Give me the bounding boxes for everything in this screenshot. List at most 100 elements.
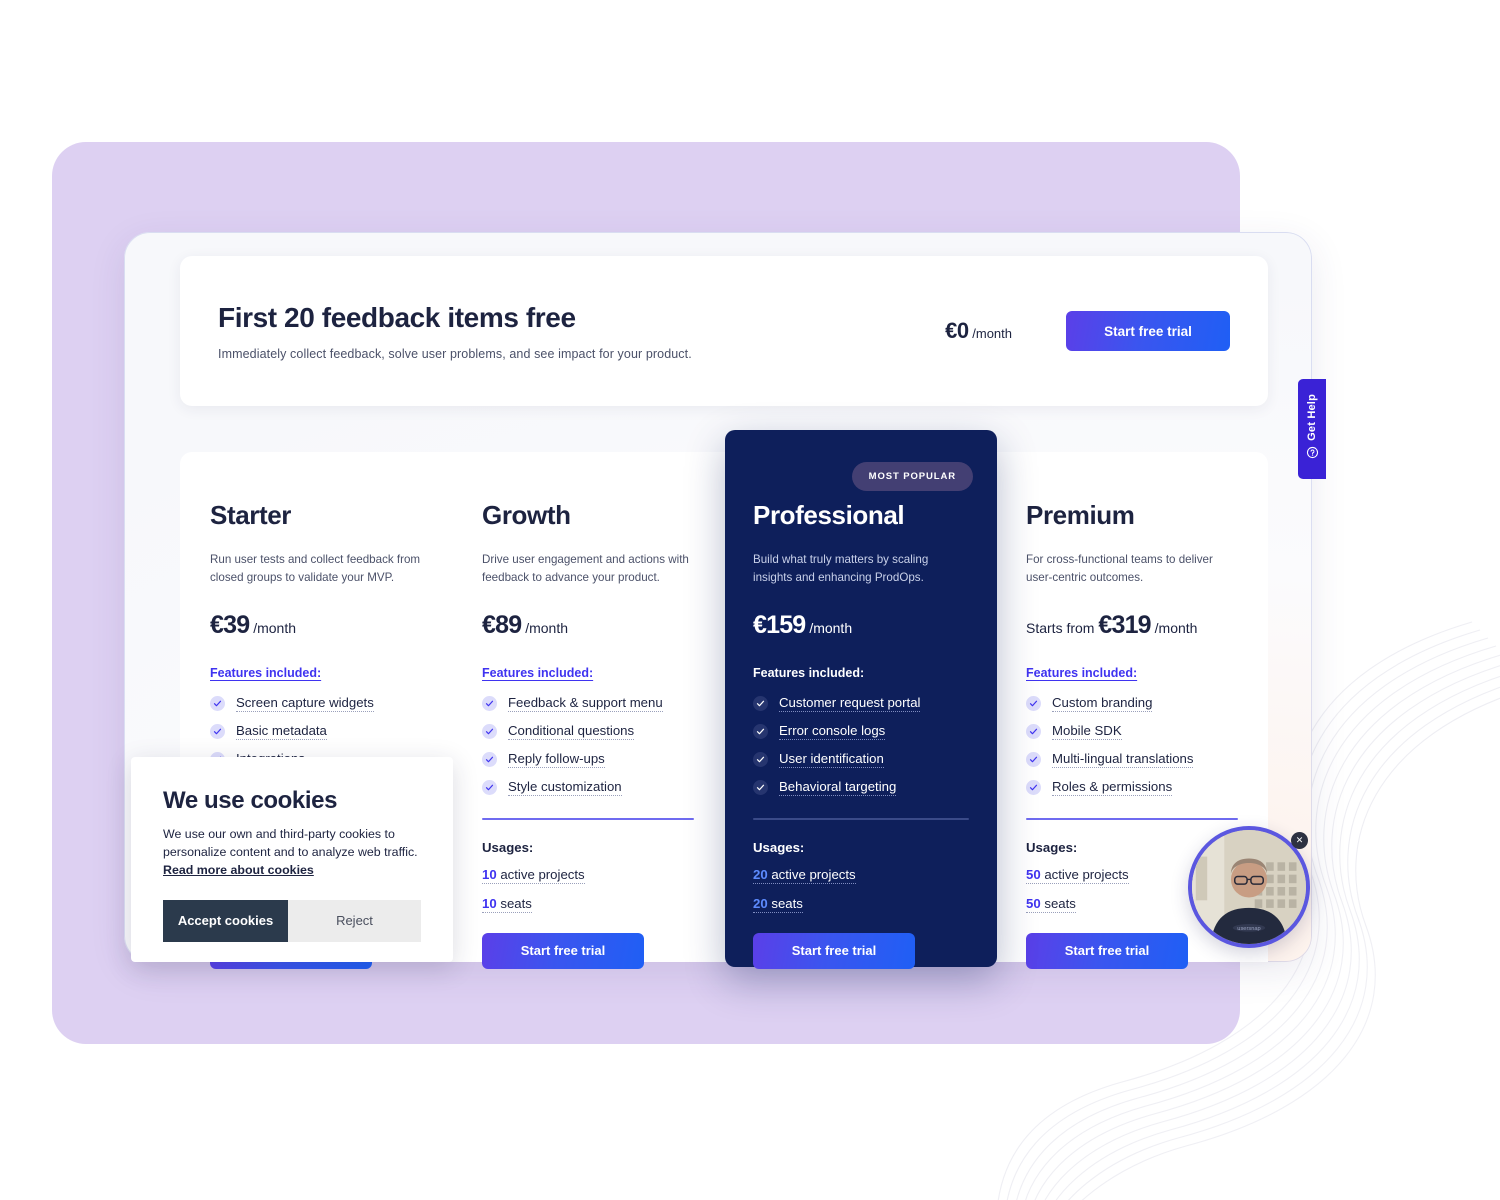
plan-price-period: /month	[253, 619, 297, 636]
features-heading: Features included:	[482, 665, 594, 680]
cookie-body: We use our own and third-party cookies t…	[163, 826, 421, 880]
check-icon	[482, 724, 497, 740]
page-root: First 20 feedback items free Immediately…	[0, 0, 1500, 1200]
plan-name: Growth	[482, 500, 571, 530]
feature-item: Reply follow-ups	[482, 746, 694, 774]
section-divider	[482, 817, 694, 820]
plan-card-growth: Growth Drive user engagement and actions…	[452, 452, 724, 969]
feature-item: Error console logs	[753, 718, 969, 746]
start-free-trial-button[interactable]: Start free trial	[753, 932, 915, 969]
plan-description: Run user tests and collect feedback from…	[210, 553, 421, 584]
features-heading: Features included:	[753, 665, 865, 680]
feature-label: Conditional questions	[508, 723, 635, 741]
plan-description: Drive user engagement and actions with f…	[482, 553, 689, 584]
usage-projects-count: 10	[482, 866, 497, 882]
check-icon	[1026, 752, 1041, 768]
promo-price: €0 /month	[945, 318, 1012, 344]
feature-item: Basic metadata	[210, 718, 422, 746]
usage-seats-label: seats	[1044, 895, 1076, 911]
promo-price-amount: €0	[945, 318, 969, 343]
help-chat-icon	[1306, 446, 1319, 464]
check-icon	[210, 724, 225, 740]
plan-price: Starts from €319 /month	[1026, 611, 1238, 640]
promo-subtitle: Immediately collect feedback, solve user…	[218, 346, 692, 361]
close-video-widget-icon[interactable]: ✕	[1291, 832, 1308, 849]
feature-item: Screen capture widgets	[210, 690, 422, 718]
features-list: Feedback & support menu Conditional ques…	[482, 690, 694, 802]
plan-name: Professional	[753, 500, 905, 530]
check-icon	[1026, 724, 1041, 740]
plan-price: €89 /month	[482, 611, 694, 640]
svg-text:usersnap: usersnap	[1237, 926, 1260, 932]
features-heading: Features included:	[1026, 665, 1138, 680]
feature-label: Custom branding	[1052, 695, 1153, 713]
feature-item: Style customization	[482, 774, 694, 802]
feature-label: Roles & permissions	[1052, 779, 1173, 797]
feature-label: Screen capture widgets	[236, 695, 374, 713]
feature-item: Customer request portal	[753, 690, 969, 718]
usage-seats-row: 20 seats	[753, 884, 969, 913]
feature-label: Basic metadata	[236, 723, 327, 741]
usages-heading: Usages:	[753, 839, 805, 855]
check-icon	[753, 780, 768, 796]
usage-seats-label: seats	[500, 895, 532, 911]
plan-price-amount: €39	[210, 610, 250, 639]
usage-projects-count: 20	[753, 866, 768, 882]
start-free-trial-button[interactable]: Start free trial	[1026, 932, 1188, 969]
usages-heading: Usages:	[482, 839, 534, 855]
get-help-tab[interactable]: Get Help	[1298, 379, 1326, 479]
feature-item: Conditional questions	[482, 718, 694, 746]
usage-projects-row: 10 active projects	[482, 855, 694, 884]
check-icon	[482, 696, 497, 712]
feature-item: Custom branding	[1026, 690, 1238, 718]
feature-item: Mobile SDK	[1026, 718, 1238, 746]
feature-label: Reply follow-ups	[508, 751, 605, 769]
feature-label: Mobile SDK	[1052, 723, 1122, 741]
feature-label: User identification	[779, 751, 884, 769]
usage-projects-label: active projects	[771, 866, 856, 882]
cookie-body-text: We use our own and third-party cookies t…	[163, 827, 418, 859]
plan-price-period: /month	[809, 619, 853, 636]
features-list: Custom branding Mobile SDK Multi-lingual…	[1026, 690, 1238, 802]
cookie-readmore-link[interactable]: Read more about cookies	[163, 863, 314, 877]
accept-cookies-button[interactable]: Accept cookies	[163, 899, 288, 942]
get-help-label: Get Help	[1306, 393, 1318, 441]
cookie-actions: Accept cookies Reject	[163, 899, 421, 942]
plan-price-period: /month	[525, 619, 569, 636]
feature-label: Customer request portal	[779, 695, 921, 713]
cookie-title: We use cookies	[163, 787, 338, 814]
reject-cookies-button[interactable]: Reject	[288, 899, 421, 942]
check-icon	[482, 752, 497, 768]
usage-projects-label: active projects	[1044, 866, 1129, 882]
feature-item: User identification	[753, 746, 969, 774]
feature-label: Feedback & support menu	[508, 695, 663, 713]
check-icon	[753, 752, 768, 768]
usage-seats-count: 20	[753, 895, 768, 911]
plan-price-period: /month	[1154, 619, 1198, 636]
most-popular-badge: MOST POPULAR	[851, 462, 973, 491]
plan-price: €39 /month	[210, 611, 422, 640]
promo-text-block: First 20 feedback items free Immediately…	[218, 302, 945, 361]
plan-price-prefix: Starts from	[1026, 619, 1099, 636]
feature-label: Error console logs	[779, 723, 886, 741]
feature-item: Multi-lingual translations	[1026, 746, 1238, 774]
check-icon	[1026, 696, 1041, 712]
start-free-trial-button[interactable]: Start free trial	[482, 932, 644, 969]
features-heading: Features included:	[210, 665, 322, 680]
feature-item: Roles & permissions	[1026, 774, 1238, 802]
video-bubble-avatar: usersnap	[1192, 830, 1306, 944]
feature-label: Behavioral targeting	[779, 779, 897, 797]
promo-start-free-trial-button[interactable]: Start free trial	[1066, 311, 1230, 351]
feature-label: Style customization	[508, 779, 622, 797]
promo-price-period: /month	[972, 326, 1012, 341]
usage-projects-row: 20 active projects	[753, 855, 969, 884]
feature-label: Multi-lingual translations	[1052, 751, 1194, 769]
plan-description: For cross-functional teams to deliver us…	[1026, 553, 1213, 584]
plan-description: Build what truly matters by scaling insi…	[753, 553, 929, 584]
check-icon	[753, 696, 768, 712]
usage-seats-count: 10	[482, 895, 497, 911]
check-icon	[1026, 780, 1041, 796]
usage-projects-count: 50	[1026, 866, 1041, 882]
usage-seats-label: seats	[771, 895, 803, 911]
plan-price-amount: €159	[753, 610, 806, 639]
